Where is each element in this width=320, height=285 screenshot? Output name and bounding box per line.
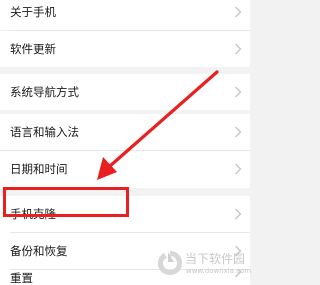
upper-group: 关于手机 软件更新 系统导航方式 语言和输入法 (0, 0, 250, 150)
settings-item-about-phone-row[interactable]: 关于手机 (0, 0, 250, 30)
watermark-url: www.downxia.com (186, 267, 252, 275)
chevron-right-icon (235, 86, 242, 98)
settings-item-system-navigation-row[interactable]: 系统导航方式 (0, 74, 250, 110)
chevron-right-icon (235, 163, 242, 175)
settings-item-label: 关于手机 (10, 5, 56, 19)
chevron-right-icon (235, 43, 242, 55)
settings-item-label: 软件更新 (10, 42, 56, 56)
settings-item-date-time-row[interactable]: 日期和时间 (0, 151, 250, 187)
settings-item-label: 备份和恢复 (10, 244, 68, 258)
highlight-box (3, 187, 129, 217)
chevron-right-icon (235, 6, 242, 18)
settings-item-label: 重置 (10, 271, 33, 285)
settings-item-label: 日期和时间 (10, 162, 68, 176)
settings-item-software-update-row[interactable]: 软件更新 (0, 31, 250, 67)
chevron-right-icon (235, 126, 242, 138)
chevron-right-icon (235, 208, 242, 220)
settings-item-language-input-row[interactable]: 语言和输入法 (0, 114, 250, 150)
settings-item-label: 语言和输入法 (10, 125, 79, 139)
watermark-title: 当下软件园 (185, 252, 246, 266)
watermark: 当下软件园 www.downxia.com (155, 246, 252, 282)
settings-item-label: 系统导航方式 (10, 85, 79, 99)
downxia-logo-icon (158, 251, 182, 275)
